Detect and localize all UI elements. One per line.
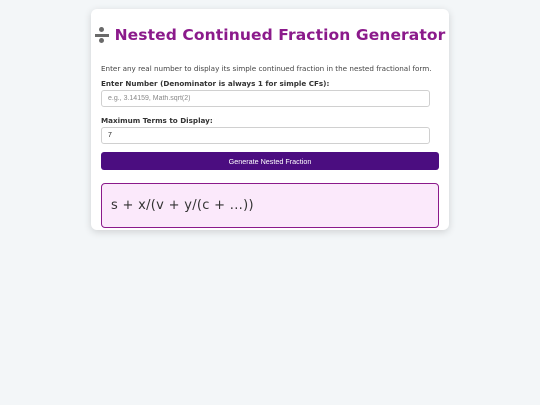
generate-button[interactable]: Generate Nested Fraction bbox=[101, 152, 439, 170]
divide-icon bbox=[94, 27, 109, 43]
page-title: Nested Continued Fraction Generator bbox=[114, 26, 446, 44]
output-box: s + x/(v + y/(c + ...)) bbox=[101, 183, 439, 228]
generator-card: Nested Continued Fraction Generator Ente… bbox=[91, 9, 449, 230]
max-terms-input[interactable] bbox=[101, 127, 430, 144]
nested-fraction-output: s + x/(v + y/(c + ...)) bbox=[111, 198, 254, 213]
terms-field-label: Maximum Terms to Display: bbox=[101, 116, 213, 125]
number-input[interactable] bbox=[101, 90, 430, 107]
header: Nested Continued Fraction Generator bbox=[91, 26, 449, 44]
number-field-label: Enter Number (Denominator is always 1 fo… bbox=[101, 79, 330, 88]
description-text: Enter any real number to display its sim… bbox=[101, 64, 432, 73]
